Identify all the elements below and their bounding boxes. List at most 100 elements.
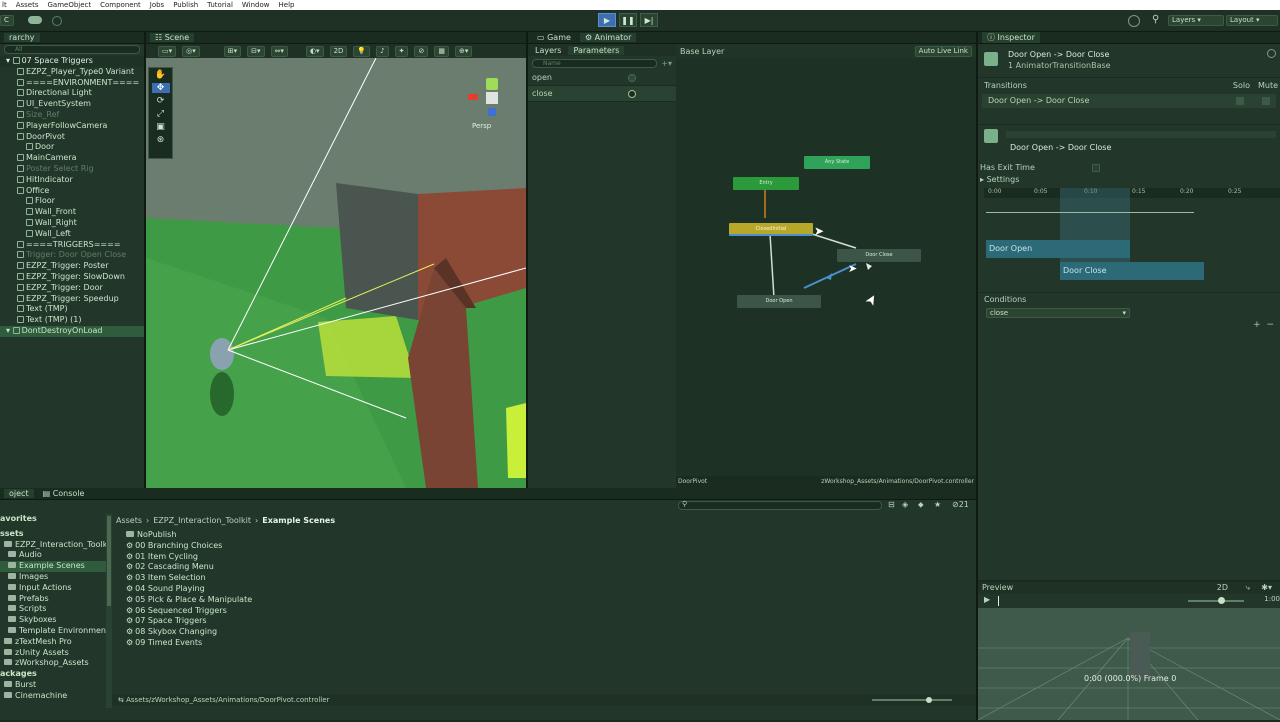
transition-name-field[interactable] bbox=[1006, 131, 1276, 138]
folder-tree-item[interactable]: zWorkshop_Assets bbox=[0, 658, 106, 669]
hierarchy-item[interactable]: Door bbox=[0, 142, 144, 153]
settings-foldout[interactable]: ▸ Settings bbox=[978, 174, 1280, 186]
folder-tree-item[interactable]: Input Actions bbox=[0, 583, 106, 594]
hierarchy-item[interactable]: DoorPivot bbox=[0, 132, 144, 143]
menu-item-component[interactable]: Component bbox=[100, 1, 141, 9]
hierarchy-item[interactable]: Poster Select Rig bbox=[0, 164, 144, 175]
folder-tree-item[interactable]: EZPZ_Interaction_Toolkit bbox=[0, 540, 106, 551]
gizmo-dropdown[interactable]: ◎▾ bbox=[182, 45, 200, 57]
add-param-icon[interactable]: +▾ bbox=[661, 59, 672, 68]
door-close-node[interactable]: Door Close bbox=[837, 249, 921, 262]
help-icon[interactable] bbox=[1267, 49, 1276, 58]
folder-tree-item[interactable]: Skyboxes bbox=[0, 615, 106, 626]
folder-tree-item[interactable]: Template Environment bbox=[0, 626, 106, 637]
layout-dropdown[interactable]: Layout ▾ bbox=[1226, 15, 1278, 26]
scrollbar-thumb[interactable] bbox=[107, 516, 111, 606]
preview-pivot-icon[interactable]: ⤷ bbox=[1246, 582, 1250, 594]
tab-hierarchy[interactable]: rarchy bbox=[4, 33, 40, 42]
preview-speed-handle[interactable] bbox=[1218, 597, 1225, 604]
auto-live-link-button[interactable]: Auto Live Link bbox=[914, 45, 972, 57]
tab-animator[interactable]: ⚙ Animator bbox=[579, 33, 637, 42]
trigger-toggle-close[interactable] bbox=[628, 90, 636, 98]
closed-initial-node[interactable]: ClosedInitial bbox=[729, 223, 813, 236]
project-file-item[interactable]: ⚙ 09 Timed Events bbox=[126, 638, 426, 649]
hierarchy-item[interactable]: EZPZ_Trigger: Speedup bbox=[0, 294, 144, 305]
persp-label[interactable]: Persp bbox=[472, 122, 491, 130]
remove-condition-button[interactable]: − bbox=[1266, 320, 1274, 330]
hierarchy-item[interactable]: Wall_Front bbox=[0, 207, 144, 218]
clip-door-close[interactable]: Door Close bbox=[1060, 262, 1204, 280]
gizmos-dropdown[interactable]: ⊕▾ bbox=[454, 45, 473, 57]
orientation-gizmo[interactable]: Persp bbox=[462, 70, 522, 140]
cloud-icon[interactable] bbox=[28, 16, 42, 24]
tab-inspector[interactable]: ⓘ Inspector bbox=[982, 32, 1040, 43]
icon-size-handle[interactable] bbox=[926, 697, 932, 703]
mode-2d-button[interactable]: 2D bbox=[329, 45, 348, 57]
hand-tool-icon[interactable]: ✋ bbox=[155, 70, 166, 80]
hierarchy-item[interactable]: ====ENVIRONMENT==== bbox=[0, 78, 144, 89]
icon-size-slider[interactable] bbox=[872, 699, 952, 701]
tab-layers[interactable]: Layers bbox=[530, 46, 566, 55]
tab-parameters[interactable]: Parameters bbox=[568, 45, 625, 55]
door-open-node[interactable]: Door Open bbox=[737, 295, 821, 308]
menu-item-tutorial[interactable]: Tutorial bbox=[207, 1, 233, 9]
hierarchy-item[interactable]: HitIndicator bbox=[0, 175, 144, 186]
hierarchy-item[interactable]: Size_Ref bbox=[0, 110, 144, 121]
project-file-item[interactable]: ⚙ 05 Pick & Place & Manipulate bbox=[126, 595, 426, 606]
project-search-input[interactable] bbox=[678, 501, 882, 510]
preview-play-icon[interactable]: ▶ bbox=[984, 595, 990, 604]
trigger-toggle-open[interactable] bbox=[628, 74, 636, 82]
tag-icon[interactable]: ⬥ bbox=[918, 500, 924, 510]
preview-speed-slider[interactable] bbox=[1188, 600, 1244, 602]
menu-item-jobs[interactable]: Jobs bbox=[150, 1, 164, 9]
solo-checkbox[interactable] bbox=[1236, 97, 1244, 105]
project-file-item[interactable]: ⚙ 08 Skybox Changing bbox=[126, 627, 426, 638]
preview-avatar-icon[interactable]: ✱▾ bbox=[1261, 582, 1272, 594]
transition-list-item[interactable]: Door Open -> Door Close bbox=[982, 94, 1276, 108]
menu-item-gameobject[interactable]: GameObject bbox=[47, 1, 91, 9]
rotate-tool-icon[interactable]: ⟳ bbox=[157, 96, 165, 106]
folder-tree-item[interactable]: zTextMesh Pro bbox=[0, 637, 106, 648]
camera-settings-icon[interactable]: ▦ bbox=[434, 45, 449, 57]
hierarchy-item[interactable]: Floor bbox=[0, 196, 144, 207]
add-condition-button[interactable]: + bbox=[1253, 320, 1261, 330]
project-file-item[interactable]: ⚙ 02 Cascading Menu bbox=[126, 562, 426, 573]
grid-button[interactable]: ⊞▾ bbox=[223, 45, 242, 57]
dont-destroy-root[interactable]: ▾ DontDestroyOnLoad bbox=[0, 325, 144, 337]
tab-project[interactable]: oject bbox=[4, 489, 34, 498]
pause-button[interactable]: ❚❚ bbox=[619, 13, 637, 27]
effects-toggle-icon[interactable]: ✦ bbox=[394, 45, 409, 57]
mute-checkbox[interactable] bbox=[1262, 97, 1270, 105]
tab-game[interactable]: ▭ Game bbox=[532, 33, 576, 42]
rect-tool-icon[interactable]: ▣ bbox=[156, 122, 165, 132]
project-file-item[interactable]: ⚙ 04 Sound Playing bbox=[126, 584, 426, 595]
entry-node[interactable]: Entry bbox=[733, 177, 799, 190]
favorites-item[interactable]: avorites bbox=[0, 514, 106, 525]
hierarchy-item[interactable]: MainCamera bbox=[0, 153, 144, 164]
favorite-icon[interactable]: ★ bbox=[934, 500, 941, 509]
breadcrumb-assets[interactable]: Assets bbox=[116, 516, 142, 528]
lighting-toggle-icon[interactable]: 💡 bbox=[353, 45, 371, 57]
any-state-node[interactable]: Any State bbox=[804, 156, 870, 169]
collab-icon[interactable] bbox=[52, 16, 62, 26]
hierarchy-item[interactable]: PlayerFollowCamera bbox=[0, 121, 144, 132]
hierarchy-item[interactable]: UI_EventSystem bbox=[0, 99, 144, 110]
folder-tree-item[interactable]: Prefabs bbox=[0, 594, 106, 605]
layers-dropdown[interactable]: Layers ▾ bbox=[1168, 15, 1224, 26]
history-icon[interactable] bbox=[1128, 15, 1140, 27]
audio-toggle-icon[interactable]: ♪ bbox=[376, 45, 389, 57]
project-file-item[interactable]: ⚙ 00 Branching Choices bbox=[126, 541, 426, 552]
hierarchy-item[interactable]: EZPZ_Trigger: Poster bbox=[0, 261, 144, 272]
project-scrollbar[interactable] bbox=[106, 514, 112, 708]
folder-tree-item[interactable]: Burst bbox=[0, 680, 106, 691]
project-file-item[interactable]: ⚙ 06 Sequenced Triggers bbox=[126, 606, 426, 617]
hidden-count-badge[interactable]: ⊘21 bbox=[952, 500, 969, 509]
tab-scene[interactable]: ☷ Scene bbox=[150, 33, 195, 42]
param-row-close[interactable]: close bbox=[528, 86, 676, 102]
param-row-open[interactable]: open bbox=[528, 70, 676, 86]
project-file-item[interactable]: ⚙ 03 Item Selection bbox=[126, 573, 426, 584]
hierarchy-item[interactable]: EZPZ_Trigger: SlowDown bbox=[0, 272, 144, 283]
menu-item-help[interactable]: Help bbox=[279, 1, 295, 9]
param-search-input[interactable]: Name bbox=[532, 58, 658, 68]
hierarchy-item[interactable]: Office bbox=[0, 186, 144, 197]
